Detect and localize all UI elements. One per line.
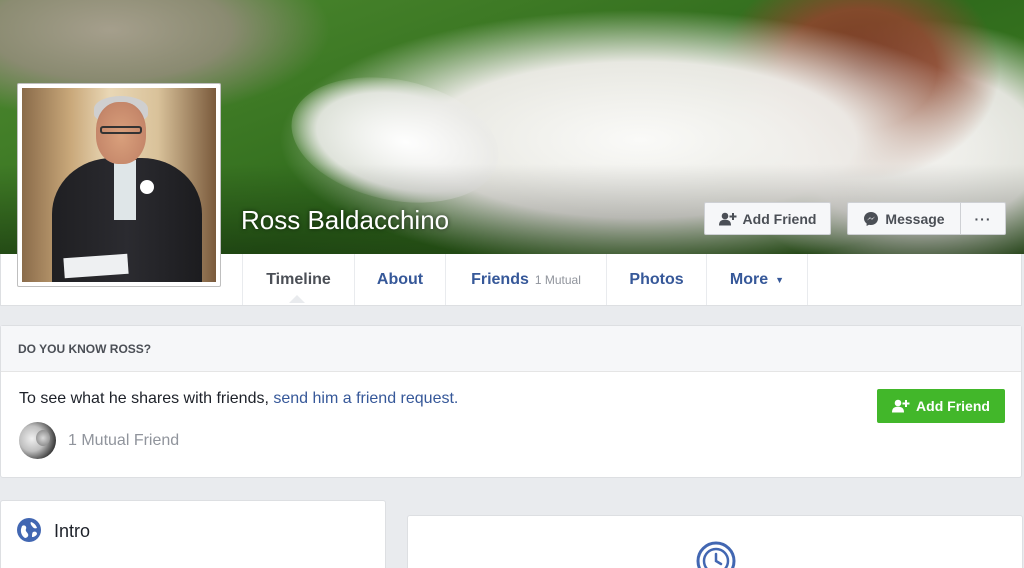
friend-request-prompt: To see what he shares with friends, send… — [19, 390, 458, 408]
tab-about-label: About — [376, 270, 424, 288]
timeline-feed-card — [407, 515, 1023, 568]
clock-icon — [695, 540, 737, 568]
tab-more[interactable]: More ▼ — [706, 254, 808, 305]
tab-friends-label: Friends — [471, 270, 529, 288]
add-friend-button[interactable]: Add Friend — [704, 202, 831, 235]
add-friend-icon — [892, 399, 910, 413]
mutual-friends-row[interactable]: 1 Mutual Friend — [19, 422, 179, 459]
prompt-text: To see what he shares with friends, — [19, 390, 274, 407]
more-options-button[interactable]: ··· — [960, 202, 1006, 235]
tab-timeline-label: Timeline — [266, 270, 331, 288]
tab-more-label: More — [729, 270, 769, 288]
caret-down-icon: ▼ — [775, 274, 785, 285]
tab-about[interactable]: About — [354, 254, 445, 305]
tab-photos-label: Photos — [629, 270, 684, 288]
message-button[interactable]: Message — [847, 202, 960, 235]
add-friend-green-label: Add Friend — [916, 398, 990, 414]
add-friend-green-button[interactable]: Add Friend — [877, 389, 1005, 423]
intro-title: Intro — [54, 521, 91, 541]
profile-picture[interactable] — [17, 83, 221, 287]
globe-icon — [16, 517, 42, 543]
message-label: Message — [885, 210, 945, 227]
active-tab-indicator — [289, 295, 305, 303]
messenger-icon — [863, 211, 879, 227]
do-you-know-card: DO YOU KNOW ROSS? To see what he shares … — [0, 325, 1022, 478]
do-you-know-header: DO YOU KNOW ROSS? — [1, 326, 1021, 372]
mutual-friend-count[interactable]: 1 Mutual Friend — [68, 432, 179, 450]
mutual-friend-avatar[interactable] — [19, 422, 56, 459]
tab-friends[interactable]: Friends 1 Mutual — [445, 254, 606, 305]
profile-name[interactable]: Ross Baldacchino — [241, 205, 449, 236]
send-friend-request-link[interactable]: send him a friend request. — [273, 390, 458, 407]
profile-photo-image — [22, 88, 216, 282]
intro-card: Intro — [0, 500, 386, 568]
tab-photos[interactable]: Photos — [606, 254, 706, 305]
add-friend-label: Add Friend — [742, 210, 817, 227]
tab-friends-mutual-count: 1 Mutual — [534, 272, 581, 287]
add-friend-icon — [718, 212, 737, 226]
more-options-label: ··· — [974, 210, 992, 227]
